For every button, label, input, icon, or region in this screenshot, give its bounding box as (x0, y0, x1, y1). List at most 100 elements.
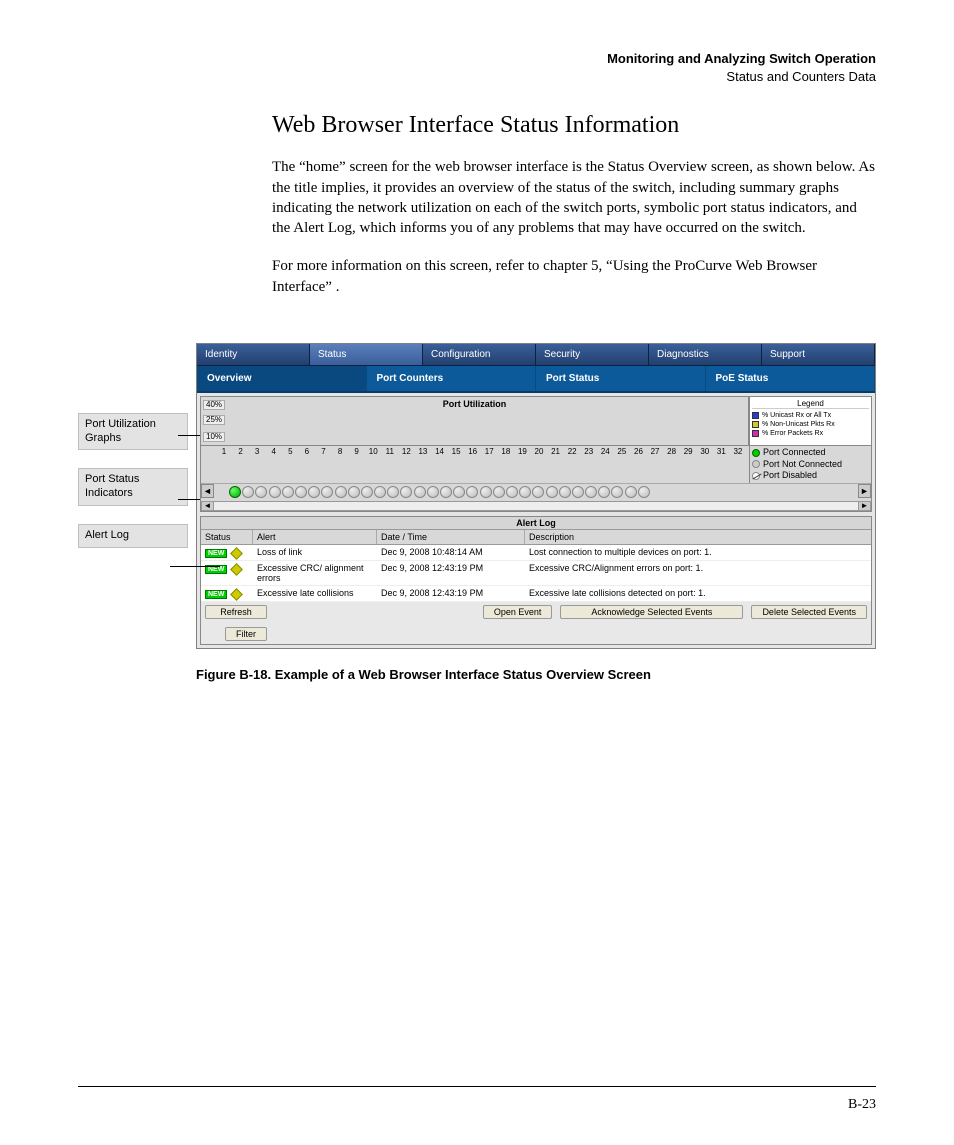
port-dot[interactable] (374, 486, 386, 498)
port-dot[interactable] (282, 486, 294, 498)
figure-caption: Figure B-18. Example of a Web Browser In… (196, 667, 876, 682)
alert-row[interactable]: NEW Loss of linkDec 9, 2008 10:48:14 AMLo… (201, 545, 871, 561)
port-dot[interactable] (255, 486, 267, 498)
filter-button[interactable]: Filter (225, 627, 267, 641)
port-dot[interactable] (572, 486, 584, 498)
open-event-button[interactable]: Open Event (483, 605, 553, 619)
port-dot[interactable] (480, 486, 492, 498)
scrollbar-left-icon[interactable]: ◄ (202, 502, 214, 510)
port-number: 8 (333, 447, 347, 483)
legend-label: Port Disabled (763, 470, 817, 482)
port-number: 29 (681, 447, 695, 483)
scroll-right-icon[interactable]: ► (858, 484, 871, 498)
subtab-port-counters[interactable]: Port Counters (367, 366, 537, 391)
subtab-poe-status[interactable]: PoE Status (706, 366, 876, 391)
port-dot[interactable] (532, 486, 544, 498)
legend-swatch-icon (752, 421, 759, 428)
port-dot[interactable] (414, 486, 426, 498)
port-utilization-graph: Port Utilization 40% 25% 10% (201, 397, 749, 445)
port-number: 31 (714, 447, 728, 483)
page-number: B-23 (848, 1097, 876, 1113)
port-dot[interactable] (269, 486, 281, 498)
horizontal-scrollbar[interactable]: ◄ ► (201, 501, 871, 511)
port-number: 9 (350, 447, 364, 483)
tab-support[interactable]: Support (762, 344, 875, 365)
port-dot[interactable] (453, 486, 465, 498)
scrollbar-right-icon[interactable]: ► (858, 502, 870, 510)
port-number: 32 (731, 447, 745, 483)
port-dot[interactable] (321, 486, 333, 498)
col-status[interactable]: Status (201, 530, 253, 544)
port-dot[interactable] (427, 486, 439, 498)
footer-rule (78, 1086, 876, 1087)
col-description[interactable]: Description (525, 530, 871, 544)
subtab-port-status[interactable]: Port Status (536, 366, 706, 391)
callout-port-util: Port Utilization Graphs (78, 413, 188, 451)
paragraph-2: For more information on this screen, ref… (78, 256, 876, 297)
scrollbar-track[interactable] (214, 502, 858, 510)
port-dot[interactable] (506, 486, 518, 498)
port-dot[interactable] (400, 486, 412, 498)
port-dot[interactable] (295, 486, 307, 498)
alert-text: Loss of link (253, 545, 377, 559)
port-dot[interactable] (546, 486, 558, 498)
port-dot[interactable] (440, 486, 452, 498)
port-dot[interactable] (308, 486, 320, 498)
new-badge-icon: NEW (205, 590, 241, 599)
legend-title: Legend (752, 399, 869, 409)
refresh-button[interactable]: Refresh (205, 605, 267, 619)
port-dot[interactable] (387, 486, 399, 498)
alert-row[interactable]: NEWExcessive late collisionsDec 9, 2008 … (201, 586, 871, 602)
scroll-left-icon[interactable]: ◄ (201, 484, 214, 498)
legend-swatch-icon (752, 430, 759, 437)
port-dot[interactable] (585, 486, 597, 498)
alert-date: Dec 9, 2008 10:48:14 AM (377, 545, 525, 559)
callout-line (170, 566, 220, 567)
port-number: 4 (267, 447, 281, 483)
tab-configuration[interactable]: Configuration (423, 344, 536, 365)
tab-diagnostics[interactable]: Diagnostics (649, 344, 762, 365)
new-badge-icon: NEW (205, 549, 241, 558)
port-number: 20 (532, 447, 546, 483)
acknowledge-button[interactable]: Acknowledge Selected Events (560, 605, 743, 619)
alert-log-panel: Alert Log Status Alert Date / Time Descr… (200, 516, 872, 645)
port-numbers: 1234567891011121314151617181920212223242… (201, 446, 749, 483)
tab-security[interactable]: Security (536, 344, 649, 365)
port-dot[interactable] (466, 486, 478, 498)
tab-status[interactable]: Status (310, 344, 423, 365)
port-number: 16 (466, 447, 480, 483)
delete-events-button[interactable]: Delete Selected Events (751, 605, 867, 619)
port-number: 23 (582, 447, 596, 483)
col-date[interactable]: Date / Time (377, 530, 525, 544)
port-number: 28 (665, 447, 679, 483)
alert-row[interactable]: NEWExcessive CRC/ alignment errorsDec 9,… (201, 561, 871, 586)
col-alert[interactable]: Alert (253, 530, 377, 544)
section-title: Web Browser Interface Status Information (78, 112, 876, 139)
tab-identity[interactable]: Identity (197, 344, 310, 365)
port-dot[interactable] (242, 486, 254, 498)
port-dot[interactable] (361, 486, 373, 498)
port-dot[interactable] (519, 486, 531, 498)
port-number: 26 (631, 447, 645, 483)
port-number: 3 (250, 447, 264, 483)
port-dot[interactable] (638, 486, 650, 498)
port-dot[interactable] (611, 486, 623, 498)
y-tick: 40% (203, 400, 225, 410)
port-number: 18 (499, 447, 513, 483)
port-dot[interactable] (229, 486, 241, 498)
subtab-overview[interactable]: Overview (197, 366, 367, 391)
port-number: 21 (549, 447, 563, 483)
port-dot[interactable] (559, 486, 571, 498)
not-connected-dot-icon (752, 460, 760, 468)
port-dot[interactable] (493, 486, 505, 498)
port-dot[interactable] (625, 486, 637, 498)
port-number: 11 (383, 447, 397, 483)
port-dot[interactable] (335, 486, 347, 498)
port-dot[interactable] (598, 486, 610, 498)
graph-title: Port Utilization (443, 399, 507, 409)
alert-desc: Lost connection to multiple devices on p… (525, 545, 871, 559)
port-number: 25 (615, 447, 629, 483)
port-dots (214, 484, 858, 501)
port-dot[interactable] (348, 486, 360, 498)
port-number: 13 (416, 447, 430, 483)
